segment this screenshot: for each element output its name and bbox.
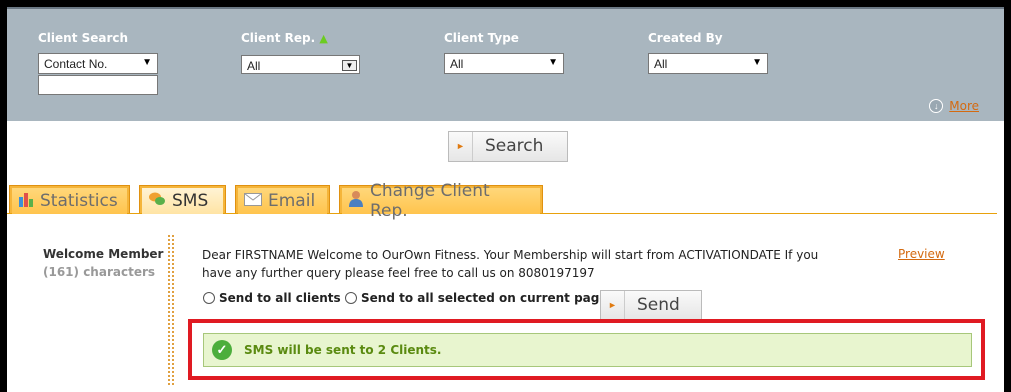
client-page: Client Search Contact No. ▼ Client Rep. … <box>7 7 1004 392</box>
character-count: (161) characters <box>43 265 156 279</box>
client-rep-select-value: All <box>247 59 261 73</box>
play-arrow-icon: ► <box>449 132 473 161</box>
send-all-clients-label: Send to all clients <box>219 291 341 305</box>
client-search-input[interactable] <box>38 75 158 95</box>
send-all-clients-radio[interactable]: Send to all clients <box>203 291 341 305</box>
created-by-select[interactable]: All ▼ <box>648 53 768 74</box>
filter-panel: Client Search Contact No. ▼ Client Rep. … <box>7 9 1004 121</box>
tab-email-label: Email <box>268 191 316 211</box>
client-type-select[interactable]: All ▼ <box>444 53 564 74</box>
more-filters-link[interactable]: ↓ More <box>929 99 979 113</box>
client-search-label: Client Search <box>38 31 129 45</box>
tab-change-client-rep[interactable]: Change Client Rep. <box>339 181 543 221</box>
tab-email[interactable]: Email <box>235 185 330 214</box>
chevron-down-icon: ▼ <box>342 60 357 71</box>
radio-button-icon[interactable] <box>203 292 215 304</box>
client-type-select-value: All <box>450 57 464 71</box>
tab-bar: Statistics SMS Email Change Client Rep. <box>7 181 997 221</box>
client-rep-label-text: Client Rep. <box>241 31 316 45</box>
client-search-select-value: Contact No. <box>44 57 108 71</box>
search-button-label: Search <box>485 136 544 156</box>
success-message-bar: ✓ SMS will be sent to 2 Clients. <box>203 333 972 367</box>
tab-statistics[interactable]: Statistics <box>9 185 130 214</box>
sort-up-icon[interactable]: ▲ <box>319 32 327 45</box>
preview-link[interactable]: Preview <box>898 247 945 261</box>
envelope-icon <box>244 191 262 211</box>
template-name: Welcome Member <box>43 247 164 261</box>
checkmark-icon: ✓ <box>212 340 232 360</box>
client-rep-select[interactable]: All ▼ <box>241 55 360 74</box>
radio-button-icon[interactable] <box>345 292 357 304</box>
tab-sms[interactable]: SMS <box>139 185 226 214</box>
chevron-down-icon: ▼ <box>752 57 762 68</box>
send-button[interactable]: ► Send <box>600 290 702 320</box>
client-type-label: Client Type <box>444 31 519 45</box>
sms-message-text: Dear FIRSTNAME Welcome to OurOwn Fitness… <box>202 248 819 280</box>
send-button-label: Send <box>637 295 680 315</box>
chat-bubbles-icon <box>148 191 166 212</box>
bar-chart-icon <box>18 191 34 212</box>
chevron-down-icon: ▼ <box>548 57 558 68</box>
play-arrow-icon: ► <box>601 291 625 319</box>
created-by-label: Created By <box>648 31 723 45</box>
client-search-select[interactable]: Contact No. ▼ <box>38 53 158 74</box>
highlight-box: ✓ SMS will be sent to 2 Clients. <box>188 319 985 380</box>
created-by-select-value: All <box>654 57 668 71</box>
arrow-down-circle-icon: ↓ <box>929 99 944 113</box>
tab-statistics-label: Statistics <box>40 191 118 211</box>
send-selected-label: Send to all selected on current page <box>361 291 608 305</box>
chevron-down-icon: ▼ <box>142 57 152 68</box>
search-button[interactable]: ► Search <box>448 131 568 162</box>
tab-sms-label: SMS <box>172 191 209 211</box>
send-selected-radio[interactable]: Send to all selected on current page <box>345 291 608 305</box>
dotted-divider <box>168 235 174 385</box>
more-label: More <box>949 99 979 113</box>
success-message-text: SMS will be sent to 2 Clients. <box>244 343 442 357</box>
client-rep-label: Client Rep. ▲ <box>241 31 328 45</box>
sms-panel: Welcome Member (161) characters Dear FIR… <box>7 215 1004 392</box>
person-icon <box>348 190 364 212</box>
